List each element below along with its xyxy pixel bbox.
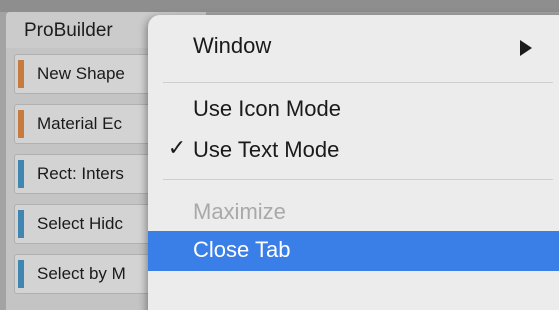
blue-category-bar-icon — [18, 210, 24, 238]
menu-item-use-icon-mode[interactable]: Use Icon Mode — [148, 90, 559, 130]
button-label: New Shape — [37, 64, 125, 83]
window-chrome-strip — [0, 0, 559, 12]
menu-separator — [163, 82, 553, 83]
checkmark-icon: ✓ — [167, 135, 187, 160]
menu-item-label: Window — [193, 33, 272, 58]
submenu-arrow-icon — [520, 40, 532, 56]
menu-separator — [163, 179, 553, 180]
menu-item-label: Close Tab — [193, 237, 291, 262]
menu-item-label: Use Icon Mode — [193, 96, 341, 121]
menu-item-window[interactable]: Window — [148, 27, 559, 67]
menu-item-use-text-mode[interactable]: ✓ Use Text Mode — [148, 131, 559, 171]
button-label: Material Ec — [37, 114, 123, 133]
screen: ProBuilder New Shape Material Ec Rect: I… — [0, 0, 559, 310]
menu-item-maximize: Maximize — [148, 193, 559, 233]
button-label: Select by M — [37, 264, 126, 283]
menu-item-label: Use Text Mode — [193, 137, 340, 162]
orange-category-bar-icon — [18, 60, 24, 88]
blue-category-bar-icon — [18, 160, 24, 188]
blue-category-bar-icon — [18, 260, 24, 288]
menu-item-close-tab[interactable]: Close Tab — [148, 231, 559, 271]
menu-item-label: Maximize — [193, 199, 286, 224]
button-label: Rect: Inters — [37, 164, 124, 183]
button-label: Select Hidc — [37, 214, 123, 233]
context-menu: Window Use Icon Mode ✓ Use Text Mode Max… — [148, 15, 559, 310]
orange-category-bar-icon — [18, 110, 24, 138]
panel-tab-label: ProBuilder — [24, 20, 113, 41]
